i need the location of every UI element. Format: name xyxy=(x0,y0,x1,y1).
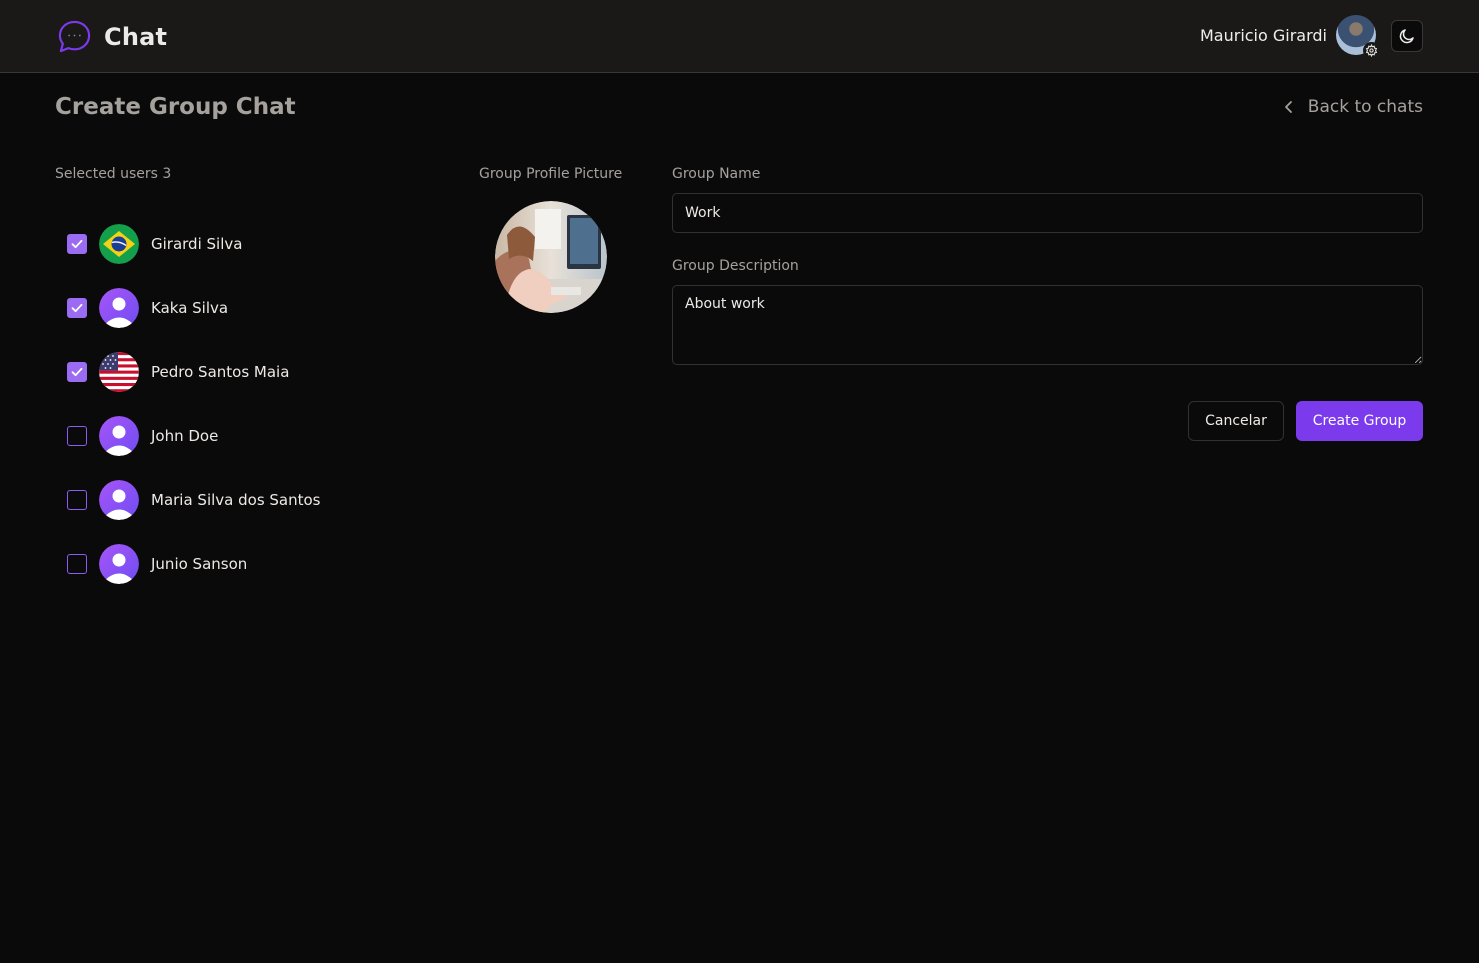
user-row-junio-sanson[interactable]: Junio Sanson xyxy=(66,544,321,584)
user-checkbox[interactable] xyxy=(67,298,87,318)
group-picture-label: Group Profile Picture xyxy=(479,166,623,182)
default-user-avatar xyxy=(99,416,139,456)
user-checkbox[interactable] xyxy=(67,554,87,574)
user-name: Kaka Silva xyxy=(151,299,229,317)
app-title: Chat xyxy=(104,22,168,51)
user-name: Maria Silva dos Santos xyxy=(151,491,321,509)
user-row-girardi-silva[interactable]: Girardi Silva xyxy=(66,224,321,264)
user-avatar[interactable] xyxy=(1336,15,1380,59)
brand[interactable]: Chat xyxy=(57,19,167,54)
page-title: Create Group Chat xyxy=(55,94,296,120)
user-row-maria-silva-dos-santos[interactable]: Maria Silva dos Santos xyxy=(66,480,321,520)
check-icon xyxy=(71,239,83,249)
create-group-button[interactable]: Create Group xyxy=(1296,401,1423,441)
user-name: Girardi Silva xyxy=(151,235,243,253)
user-list: Girardi Silva Kaka Silva Pedro Santos Ma… xyxy=(66,224,321,608)
back-to-chats-label: Back to chats xyxy=(1307,97,1423,117)
user-row-john-doe[interactable]: John Doe xyxy=(66,416,321,456)
group-description-textarea[interactable]: About work xyxy=(672,285,1423,365)
user-name: Junio Sanson xyxy=(151,555,248,573)
current-user-name: Mauricio Girardi xyxy=(1199,25,1327,45)
user-row-kaka-silva[interactable]: Kaka Silva xyxy=(66,288,321,328)
group-name-label: Group Name xyxy=(672,166,761,182)
user-checkbox[interactable] xyxy=(67,426,87,446)
moon-icon xyxy=(1399,29,1414,44)
back-to-chats-link[interactable]: Back to chats xyxy=(1284,97,1423,117)
selected-users-count: Selected users 3 xyxy=(55,166,172,182)
group-name-input[interactable] xyxy=(672,193,1423,233)
user-menu[interactable]: Mauricio Girardi xyxy=(1199,15,1409,59)
user-name: Pedro Santos Maia xyxy=(151,363,290,381)
group-profile-picture[interactable] xyxy=(495,201,607,313)
theme-toggle-button[interactable] xyxy=(1391,20,1423,52)
default-user-avatar xyxy=(99,544,139,584)
brazil-flag-icon xyxy=(99,224,139,264)
check-icon xyxy=(71,303,83,313)
chat-bubble-icon xyxy=(58,20,91,53)
user-checkbox[interactable] xyxy=(67,490,87,510)
default-user-avatar xyxy=(99,480,139,520)
top-bar: Chat Mauricio Girardi xyxy=(0,0,1479,73)
usa-flag-icon xyxy=(99,352,139,392)
user-checkbox[interactable] xyxy=(67,362,87,382)
chevron-left-icon xyxy=(1284,101,1292,113)
default-user-avatar xyxy=(99,288,139,328)
user-name: John Doe xyxy=(151,427,219,445)
user-checkbox[interactable] xyxy=(67,234,87,254)
user-row-pedro-santos-maia[interactable]: Pedro Santos Maia xyxy=(66,352,321,392)
check-icon xyxy=(71,367,83,377)
group-description-label: Group Description xyxy=(672,258,799,274)
gear-icon[interactable] xyxy=(1363,42,1380,59)
cancel-button[interactable]: Cancelar xyxy=(1188,401,1284,441)
